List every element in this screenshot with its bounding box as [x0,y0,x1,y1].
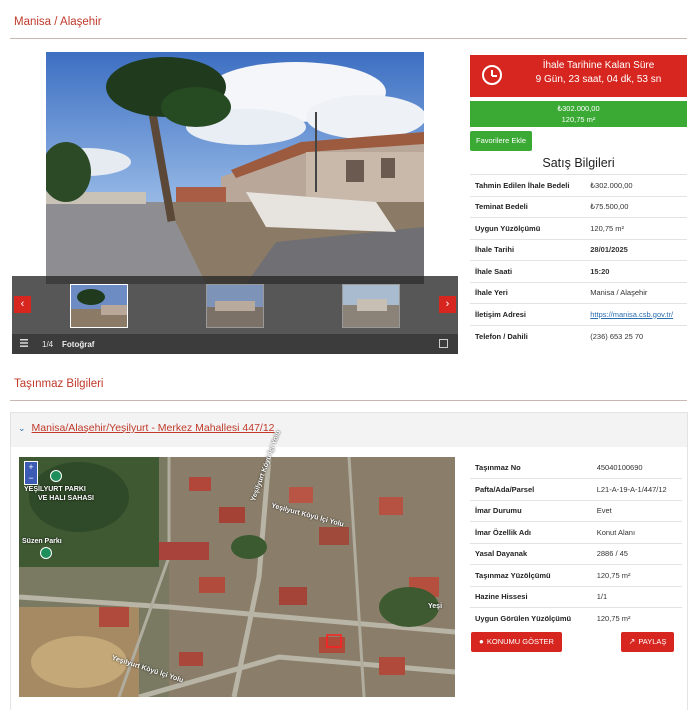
thumbnail-2[interactable] [206,284,264,328]
table-row: İmar Durumu Evet [470,499,682,522]
show-location-label: KONUMU GÖSTER [486,637,554,646]
row-value: L21-A-19-A-1/447/12 [591,478,682,500]
list-icon[interactable] [20,339,28,347]
table-row: Tahmin Edilen İhale Bedeli ₺302.000,00 [470,174,687,196]
table-row: İhale Yeri Manisa / Alaşehir [470,281,687,304]
property-section-title: Taşınmaz Bilgileri [14,378,104,390]
table-row: Teminat Bedeli ₺75.500,00 [470,195,687,218]
map-zoom-control[interactable]: + − [24,461,38,485]
prev-photo-button[interactable]: ‹ [14,296,31,313]
row-label: İhale Saati [470,260,586,282]
add-to-favorites-button[interactable]: Favorilere Ekle [470,131,532,151]
satellite-map[interactable] [19,457,455,697]
property-accordion-header[interactable]: ⌄ Manisa/Alaşehir/Yeşilyurt - Merkez Maha… [18,422,275,434]
table-row: Taşınmaz No 45040100690 [470,457,682,479]
property-info-table: Taşınmaz No 45040100690 Pafta/Ada/Parsel L… [470,457,682,629]
table-row: İletişim Adresi https://manisa.csb.gov.tr… [470,303,687,325]
share-button[interactable]: ↗ PAYLAŞ [621,632,674,652]
thumbnail-1[interactable] [70,284,128,328]
table-row: Pafta/Ada/Parsel L21-A-19-A-1/447/12 [470,478,682,500]
table-row: İhale Tarihi 28/01/2025 [470,238,687,261]
row-label: İmar Özellik Adı [470,521,592,543]
fullscreen-icon[interactable] [439,339,448,348]
clock-icon [482,65,502,85]
row-label: İhale Tarihi [470,238,586,261]
row-value: 45040100690 [596,463,643,472]
row-label: Yasal Dayanak [470,542,592,565]
row-value: 120,75 m² [591,564,682,586]
table-row: Uygun Görülen Yüzölçümü 120,75 m² [470,607,682,629]
price-area: 120,75 m² [561,115,596,124]
row-label: Tahmin Edilen İhale Bedeli [470,174,586,196]
row-value: 15:20 [585,260,687,282]
row-value: 120,75 m² [585,217,687,239]
row-label: Taşınmaz No [475,463,521,472]
share-icon: ↗ [628,637,636,646]
countdown-value: 9 Gün, 23 saat, 04 dk, 53 sn [535,74,662,85]
countdown-box: İhale Tarihine Kalan Süre 9 Gün, 23 saat… [470,55,687,97]
page-title: Manisa / Alaşehir [14,16,102,28]
row-value: 28/01/2025 [585,238,687,261]
row-value: 1/1 [591,585,682,608]
thumbnail-3[interactable] [342,284,400,328]
row-value: Manisa / Alaşehir [585,281,687,304]
price-box: ₺302.000,00 120,75 m² [470,101,687,127]
photo-gallery: ‹ › [12,52,458,354]
sales-info-table: Tahmin Edilen İhale Bedeli ₺302.000,00 Te… [470,174,687,347]
next-photo-button[interactable]: › [439,296,456,313]
thumbnail-strip [12,276,458,336]
row-label: Taşınmaz Yüzölçümü [470,564,592,586]
chevron-down-icon: ⌄ [18,423,26,433]
row-label: Uygun Yüzölçümü [470,217,586,239]
map-label-right: Yeşi [428,603,443,610]
table-row: Hazine Hissesi 1/1 [470,585,682,608]
zoom-in-icon[interactable]: + [25,462,37,473]
table-row: Taşınmaz Yüzölçümü 120,75 m² [470,564,682,586]
zoom-out-icon[interactable]: − [25,473,37,484]
main-photo[interactable] [46,52,424,284]
row-value: (236) 653 25 70 [585,324,687,347]
table-row: Telefon / Dahili (236) 653 25 70 [470,324,687,347]
map-label-suzen: Süzen Parkı [22,538,62,545]
contact-address-link[interactable]: https://manisa.csb.gov.tr/ [590,310,673,319]
property-divider [10,400,687,401]
map-label-park-sub: VE HALI SAHASI [38,495,95,502]
photo-counter: 1/4 [42,340,54,349]
row-label: Teminat Bedeli [470,195,586,218]
suzen-pin-icon [40,547,52,559]
show-location-button[interactable]: ● KONUMU GÖSTER [471,632,562,652]
table-row: Yasal Dayanak 2886 / 45 [470,542,682,565]
row-value: 120,75 m² [591,607,682,629]
countdown-title: İhale Tarihine Kalan Süre [542,60,655,71]
row-label: Telefon / Dahili [470,324,586,347]
property-address: Manisa/Alaşehir/Yeşilyurt - Merkez Mahal… [31,422,275,434]
title-divider [10,38,687,39]
row-value: Konut Alanı [591,521,682,543]
row-label: Hazine Hissesi [470,585,592,608]
row-label: İmar Durumu [470,499,592,522]
gallery-statusbar: 1/4 Fotoğraf [12,334,458,354]
row-value: Evet [591,499,682,522]
park-pin-icon [50,470,62,482]
price-amount: ₺302.000,00 [557,104,600,113]
row-label: İhale Yeri [470,281,586,304]
row-value: ₺302.000,00 [585,174,687,196]
map-label-park: YEŞİLYURT PARKI [24,486,86,493]
row-value: 2886 / 45 [591,542,682,565]
sales-info-title: Satış Bilgileri [542,156,615,170]
table-row: İmar Özellik Adı Konut Alanı [470,521,682,543]
table-row: İhale Saati 15:20 [470,260,687,282]
share-label: PAYLAŞ [638,637,667,646]
row-label: Uygun Görülen Yüzölçümü [470,607,592,629]
row-label: İletişim Adresi [470,303,586,325]
row-value: ₺75.500,00 [585,195,687,218]
photo-type-label: Fotoğraf [62,340,95,349]
map-marker-icon: ● [479,637,484,646]
table-row: Uygun Yüzölçümü 120,75 m² [470,217,687,239]
row-label: Pafta/Ada/Parsel [470,478,592,500]
